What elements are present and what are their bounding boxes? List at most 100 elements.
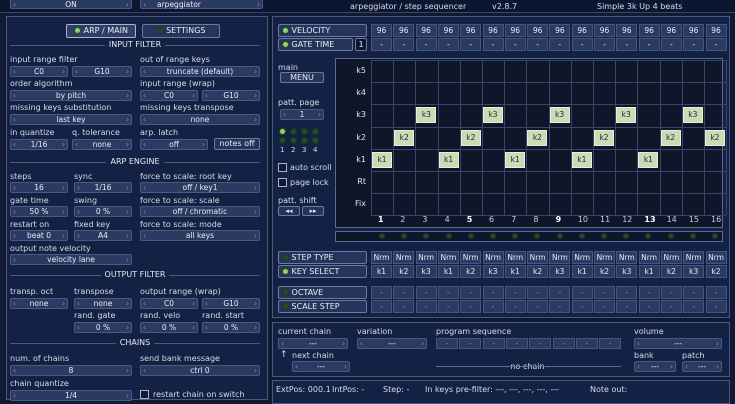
grid-note[interactable]: k1 xyxy=(438,151,459,168)
grid-note[interactable]: k1 xyxy=(372,151,392,168)
step-type-cell[interactable]: Nrm xyxy=(616,251,638,264)
gate-cell[interactable]: - xyxy=(549,38,571,51)
gate-time-select[interactable]: 50 % xyxy=(10,206,68,217)
key-select-cell[interactable]: k1 xyxy=(504,265,526,278)
page-led[interactable] xyxy=(301,128,308,135)
key-select-cell[interactable]: k3 xyxy=(549,265,571,278)
velocity-cell[interactable]: 96 xyxy=(437,24,459,37)
key-select-cell[interactable]: k2 xyxy=(460,265,482,278)
tab-arp-main[interactable]: ARP / MAIN xyxy=(66,24,136,38)
grid-note[interactable]: k2 xyxy=(527,129,548,146)
octave-cell[interactable]: - xyxy=(437,286,459,299)
key-select-cell[interactable]: k3 xyxy=(482,265,504,278)
scale-step-cell[interactable]: - xyxy=(594,300,615,313)
transpose-select[interactable]: none xyxy=(74,298,132,309)
octave-cell[interactable]: - xyxy=(660,286,682,299)
step-type-cell[interactable]: Nrm xyxy=(415,251,437,264)
step-type-cell[interactable]: Nrm xyxy=(527,251,549,264)
page-led-lower[interactable] xyxy=(312,137,319,144)
page-led-lower[interactable] xyxy=(279,137,286,144)
auto-scroll-checkbox[interactable] xyxy=(278,163,287,172)
on-select[interactable]: ON xyxy=(10,0,132,9)
gate-cell[interactable]: - xyxy=(571,38,593,51)
velocity-lane-button[interactable]: VELOCITY xyxy=(278,24,367,37)
scale-step-cell[interactable]: - xyxy=(705,300,727,313)
gate-time-lane-button[interactable]: GATE TIME xyxy=(278,38,353,51)
step-type-cell[interactable]: Nrm xyxy=(571,251,593,264)
patch-select[interactable]: --- xyxy=(682,361,722,372)
out-of-range-select[interactable]: truncate (default) xyxy=(140,66,260,77)
gate-cell[interactable]: - xyxy=(504,38,526,51)
restart-select[interactable]: beat 0 xyxy=(10,230,68,241)
preset-name[interactable]: Simple 3k Up 4 beats xyxy=(597,2,682,11)
key-select-cell[interactable]: k2 xyxy=(594,265,615,278)
octave-cell[interactable]: - xyxy=(371,286,392,299)
page-led-lower[interactable] xyxy=(301,137,308,144)
velocity-cell[interactable]: 96 xyxy=(638,24,660,37)
velocity-select[interactable]: velocity lane xyxy=(10,254,132,265)
velocity-cell[interactable]: 96 xyxy=(482,24,504,37)
step-type-cell[interactable]: Nrm xyxy=(393,251,415,264)
key-select-cell[interactable]: k3 xyxy=(415,265,437,278)
velocity-cell[interactable]: 96 xyxy=(460,24,482,37)
velocity-cell[interactable]: 96 xyxy=(594,24,615,37)
grid-note[interactable]: k3 xyxy=(682,107,703,124)
octave-cell[interactable]: - xyxy=(683,286,705,299)
latch-select[interactable]: off xyxy=(140,139,208,150)
chain-quantize-select[interactable]: 1/4 xyxy=(10,390,132,401)
page-led-lower[interactable] xyxy=(290,137,297,144)
grid-note[interactable]: k2 xyxy=(594,129,614,146)
key-select-cell[interactable]: k1 xyxy=(638,265,660,278)
scale-step-cell[interactable]: - xyxy=(549,300,571,313)
velocity-cell[interactable]: 96 xyxy=(371,24,392,37)
velocity-cell[interactable]: 96 xyxy=(660,24,682,37)
tab-settings[interactable]: SETTINGS xyxy=(142,24,220,38)
missing-keys-select[interactable]: last key xyxy=(10,114,132,125)
gate-lane-number[interactable]: 1 xyxy=(355,38,367,51)
input-range-high[interactable]: G10 xyxy=(72,66,132,77)
key-select-cell[interactable]: k3 xyxy=(683,265,705,278)
patt-page-select[interactable]: 1 xyxy=(280,109,324,120)
steps-select[interactable]: 16 xyxy=(10,182,68,193)
velocity-cell[interactable]: 96 xyxy=(504,24,526,37)
menu-button[interactable]: MENU xyxy=(280,72,324,83)
program-sequence-cell[interactable]: - xyxy=(459,338,482,349)
gate-cell[interactable]: - xyxy=(683,38,705,51)
out-range-high[interactable]: G10 xyxy=(202,298,260,309)
swing-select[interactable]: 0 % xyxy=(74,206,132,217)
grid-note[interactable]: k1 xyxy=(638,151,659,168)
key-select-cell[interactable]: k1 xyxy=(437,265,459,278)
notes-off-button[interactable]: notes off xyxy=(214,138,260,150)
gate-cell[interactable]: - xyxy=(594,38,615,51)
scale-step-lane-button[interactable]: SCALE STEP xyxy=(278,300,367,313)
gate-cell[interactable]: - xyxy=(660,38,682,51)
gate-cell[interactable]: - xyxy=(393,38,415,51)
module-select[interactable]: arpeggiator xyxy=(140,0,263,9)
octave-cell[interactable]: - xyxy=(705,286,727,299)
page-led[interactable] xyxy=(279,128,286,135)
step-type-cell[interactable]: Nrm xyxy=(437,251,459,264)
scale-step-cell[interactable]: - xyxy=(616,300,638,313)
scale-step-cell[interactable]: - xyxy=(504,300,526,313)
velocity-cell[interactable]: 96 xyxy=(683,24,705,37)
volume-select[interactable]: --- xyxy=(634,338,722,349)
shift-right-button[interactable]: ▸▸ xyxy=(302,206,324,216)
octave-cell[interactable]: - xyxy=(638,286,660,299)
gate-cell[interactable]: - xyxy=(705,38,727,51)
in-quantize-select[interactable]: 1/16 xyxy=(10,139,68,150)
restart-chain-checkbox[interactable] xyxy=(140,390,149,399)
step-type-cell[interactable]: Nrm xyxy=(482,251,504,264)
order-select[interactable]: by pitch xyxy=(10,90,132,101)
octave-cell[interactable]: - xyxy=(571,286,593,299)
bank-message-select[interactable]: ctrl 0 xyxy=(140,365,260,376)
program-sequence-cell[interactable]: - xyxy=(505,338,528,349)
wrap-low[interactable]: C0 xyxy=(140,90,198,101)
velocity-cell[interactable]: 96 xyxy=(415,24,437,37)
octave-lane-button[interactable]: OCTAVE xyxy=(278,286,367,299)
fixed-key-select[interactable]: A4 xyxy=(74,230,132,241)
shift-left-button[interactable]: ◂◂ xyxy=(278,206,300,216)
gate-cell[interactable]: - xyxy=(527,38,549,51)
num-chains-select[interactable]: 8 xyxy=(10,365,132,376)
gate-cell[interactable]: - xyxy=(371,38,392,51)
grid-note[interactable]: k1 xyxy=(571,151,592,168)
